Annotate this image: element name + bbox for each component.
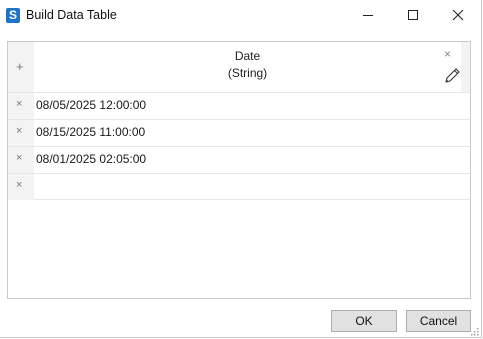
date-cell[interactable]: 08/01/2025 02:05:00: [36, 152, 146, 166]
add-column-button[interactable]: +: [16, 60, 24, 73]
data-table-grid: + Date (String) × × 08/05/2025 12:00:00: [7, 41, 471, 299]
cancel-button[interactable]: Cancel: [406, 310, 471, 332]
maximize-icon: [408, 10, 418, 20]
maximize-button[interactable]: [390, 0, 436, 30]
column-header-date[interactable]: Date (String) ×: [34, 42, 461, 92]
minimize-icon: [363, 15, 373, 16]
table-row: × 08/15/2025 11:00:00: [8, 119, 470, 146]
date-cell[interactable]: 08/05/2025 12:00:00: [36, 98, 146, 112]
ok-button[interactable]: OK: [331, 310, 397, 332]
build-data-table-dialog: S Build Data Table + Date (String) × × 0…: [0, 0, 482, 338]
title-bar: S Build Data Table: [0, 0, 482, 30]
remove-row-button[interactable]: ×: [16, 152, 22, 165]
remove-row-button[interactable]: ×: [16, 179, 22, 192]
row-gutter: ×: [8, 174, 34, 200]
date-cell[interactable]: 08/15/2025 11:00:00: [36, 125, 145, 139]
remove-row-button[interactable]: ×: [16, 125, 22, 138]
table-row-new: ×: [8, 173, 470, 200]
header-gutter: +: [8, 42, 34, 92]
header-right-strip: [461, 42, 470, 92]
app-icon: S: [6, 8, 20, 23]
window-title: Build Data Table: [26, 8, 117, 22]
resize-grip-icon[interactable]: [471, 328, 479, 336]
column-name: Date: [234, 49, 261, 63]
row-gutter: ×: [8, 93, 34, 119]
remove-row-button[interactable]: ×: [16, 98, 22, 111]
close-icon: [452, 9, 464, 21]
close-button[interactable]: [435, 0, 481, 30]
column-type: (String): [227, 66, 268, 80]
edit-column-button[interactable]: [442, 66, 462, 86]
row-gutter: ×: [8, 120, 34, 146]
minimize-button[interactable]: [345, 0, 391, 30]
row-gutter: ×: [8, 147, 34, 173]
table-row: × 08/01/2025 02:05:00: [8, 146, 470, 173]
table-row: × 08/05/2025 12:00:00: [8, 92, 470, 119]
remove-column-button[interactable]: ×: [444, 48, 451, 60]
pencil-icon: [445, 68, 460, 83]
